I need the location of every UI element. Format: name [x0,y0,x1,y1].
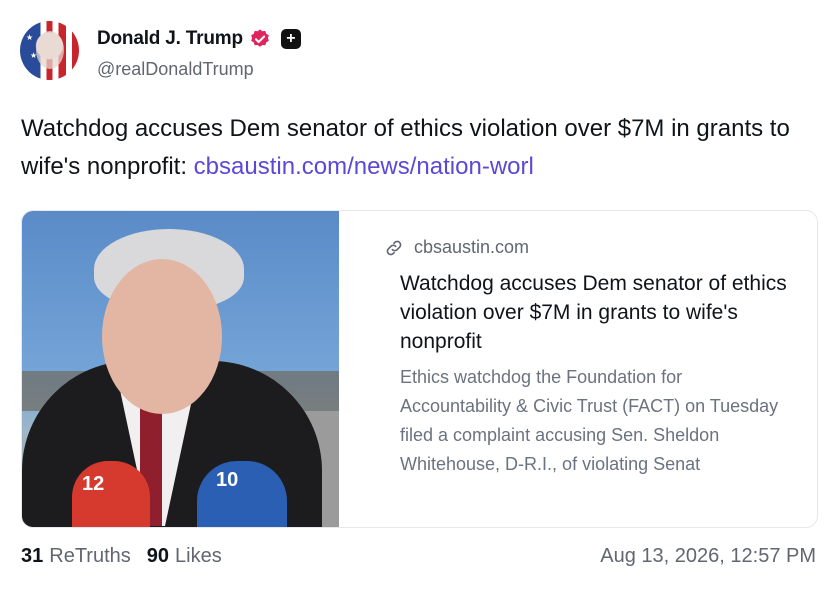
mic-right-label: 10 [216,469,239,491]
card-image[interactable]: 12 10 [22,211,339,527]
author-handle[interactable]: @realDonaldTrump [97,59,254,80]
author-name[interactable]: Donald J. Trump [97,28,243,50]
link-preview-card[interactable]: 12 10 cbsaustin.com Watchdog accuses Dem… [21,210,818,528]
star-icon: ★ [26,33,34,42]
likes-count: 90 [146,545,170,567]
star-icon: ★ [30,51,38,60]
post-timestamp[interactable]: Aug 13, 2026, 12:57 PM [600,545,816,568]
post-stats: 31 ReTruths 90 Likes [21,545,222,568]
post-link[interactable]: cbsaustin.com/news/nation-worl [194,153,534,180]
author-avatar[interactable]: ★ ★ [20,21,79,80]
retruths-stat[interactable]: 31 ReTruths [21,545,131,568]
plus-badge-icon: + [280,29,301,49]
card-domain: cbsaustin.com [414,237,530,257]
card-title[interactable]: Watchdog accuses Dem senator of ethics v… [400,269,790,356]
verified-badge-icon [251,29,269,47]
mic-left-label: 12 [82,473,105,495]
author-name-row: Donald J. Trump + [97,27,301,51]
avatar-face [36,31,64,69]
image-person-head [102,259,222,414]
post-text: Watchdog accuses Dem senator of ethics v… [21,110,811,186]
link-icon [386,240,402,255]
card-description: Ethics watchdog the Foundation for Accou… [400,367,779,474]
retruths-label: ReTruths [49,545,131,567]
image-microphone-right [197,461,287,527]
retruths-count: 31 [21,545,44,567]
likes-label: Likes [175,545,222,567]
card-domain-row: cbsaustin.com [384,237,529,258]
likes-stat[interactable]: 90 Likes [147,545,222,568]
